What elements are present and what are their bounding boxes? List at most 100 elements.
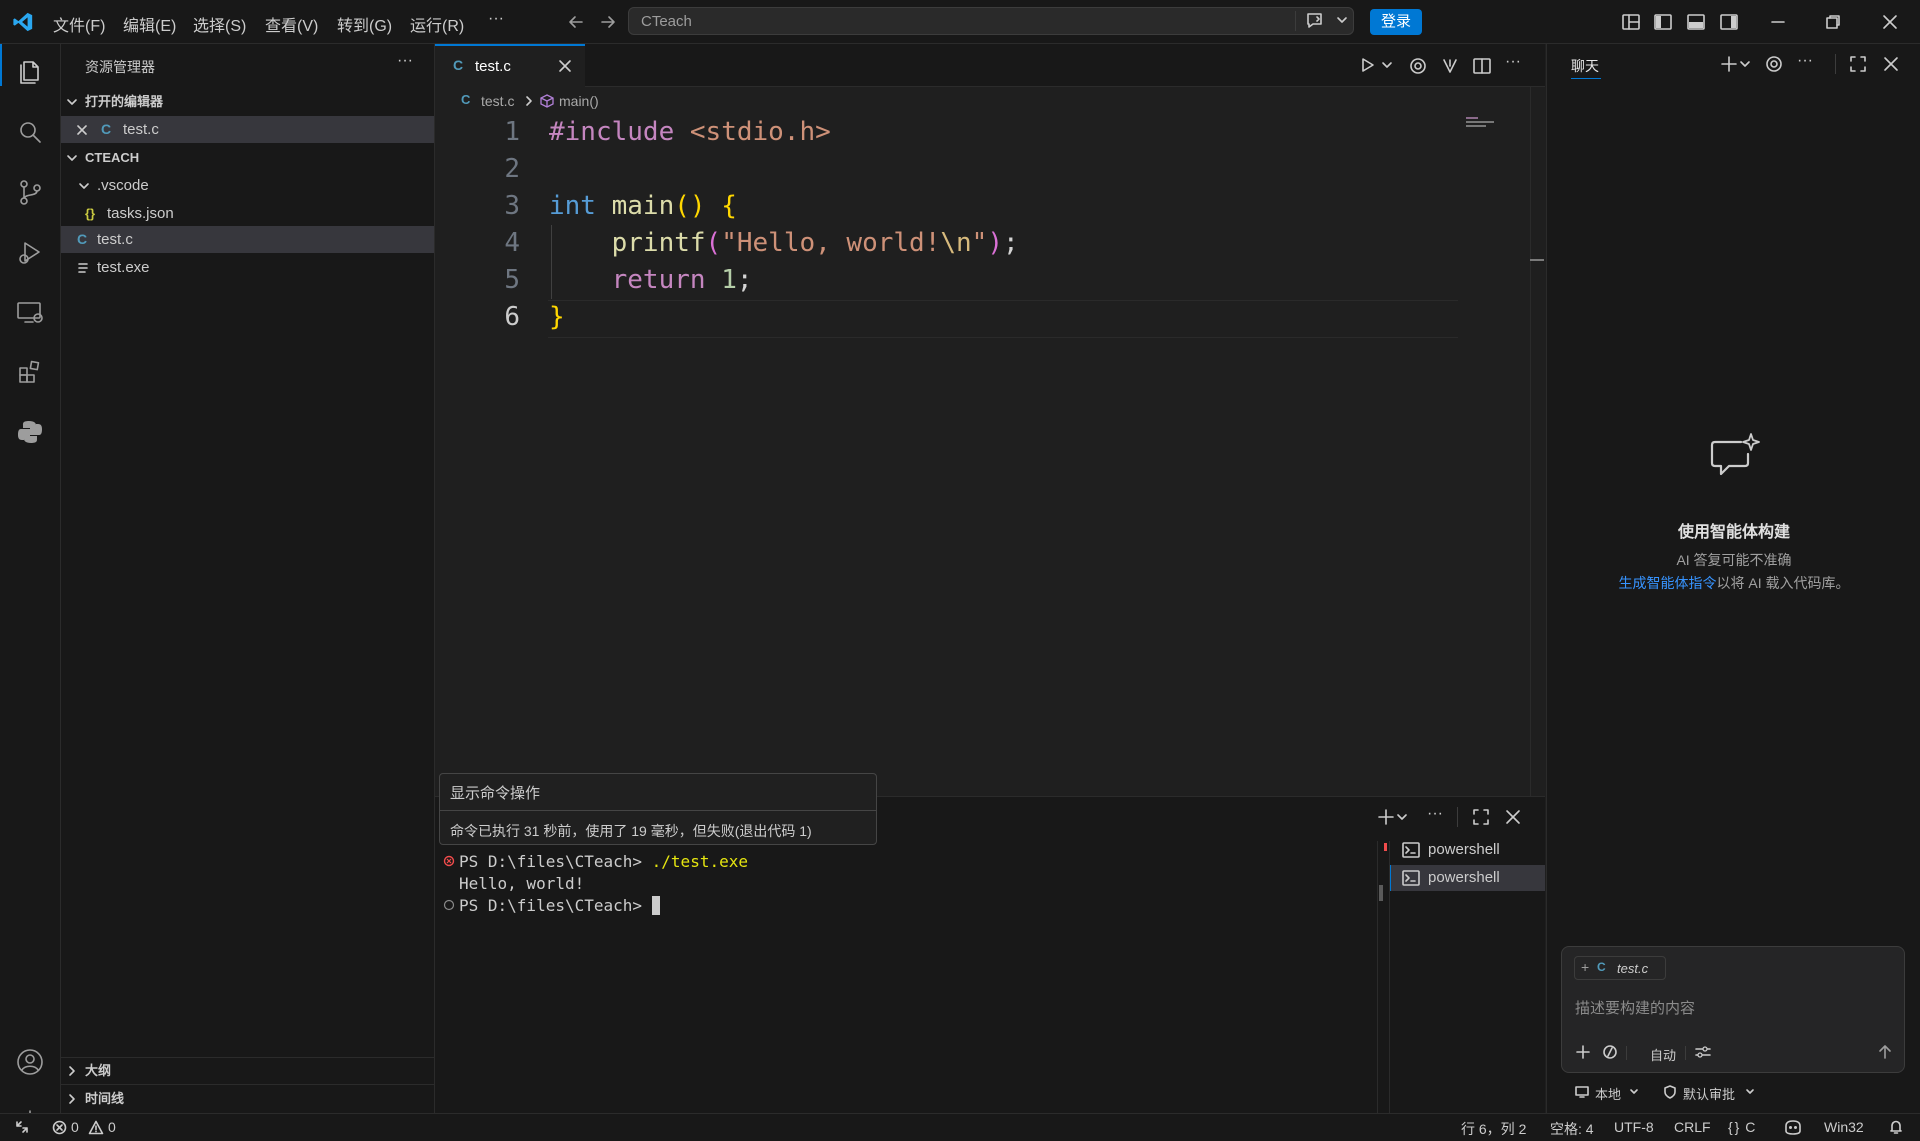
encoding[interactable]: UTF-8 [1614,1119,1654,1135]
login-button[interactable]: 登录 [1370,9,1422,35]
restore-icon[interactable] [1823,12,1843,32]
indentation[interactable]: 空格: 4 [1550,1119,1594,1139]
menu-more[interactable]: ··· [488,10,504,28]
open-editors-header[interactable]: 打开的编辑器 [61,88,434,115]
source-control-icon[interactable] [12,174,48,210]
chat-input-box[interactable]: + C test.c 描述要构建的内容 自动 [1561,946,1905,1073]
code-content[interactable]: #include <stdio.h> int main() { printf("… [549,114,1019,336]
cursor-position[interactable]: 行 6，列 2 [1461,1119,1526,1139]
explorer-icon[interactable] [12,54,48,90]
language-mode[interactable]: {} C [1728,1119,1755,1135]
editor-more-icon[interactable]: ··· [1505,53,1521,71]
context-file-chip[interactable]: + C test.c [1574,956,1666,980]
remote-explorer-icon[interactable] [12,294,48,330]
back-arrow-icon[interactable] [566,12,586,32]
command-center-search[interactable]: CTeach [628,7,1354,35]
menu-edit[interactable]: 编辑(E) [123,12,176,36]
platform[interactable]: Win32 [1824,1119,1864,1135]
toggle-secondary-sidebar-icon[interactable] [1718,11,1740,33]
chat-input-placeholder[interactable]: 描述要构建的内容 [1575,997,1695,1018]
chevron-right-icon [526,96,532,106]
tools-icon[interactable] [1602,1044,1618,1060]
tab-test-c[interactable]: C test.c [435,44,585,87]
menu-file[interactable]: 文件(F) [53,12,105,36]
show-command-actions-link[interactable]: 显示命令操作 [450,782,540,803]
search-icon[interactable] [12,114,48,150]
panel-more-icon[interactable]: ··· [1427,805,1443,823]
terminal-line[interactable]: PS D:\files\CTeach> [459,896,660,915]
terminal-line: Hello, world! [459,874,585,893]
chevron-right-icon [69,1066,75,1076]
project-header[interactable]: CTEACH [61,144,434,171]
toggle-panel-icon[interactable] [1685,11,1707,33]
sidebar-more-icon[interactable]: ··· [397,52,413,70]
minimap[interactable] [1466,117,1494,127]
close-window-icon[interactable] [1880,12,1900,32]
menu-view[interactable]: 查看(V) [265,12,318,36]
status-bar: 0 0 行 6，列 2 空格: 4 UTF-8 CRLF {} C Win32 [0,1113,1920,1141]
close-panel-icon[interactable] [1502,806,1524,828]
account-icon[interactable] [12,1044,48,1080]
mode-selector[interactable]: 自动 [1650,1045,1676,1064]
tree-item-test-c[interactable]: C test.c [61,226,434,253]
notifications-bell-icon[interactable] [1888,1119,1904,1135]
tree-item-test-exe[interactable]: test.exe [61,254,434,281]
breadcrumb-file[interactable]: test.c [481,93,514,109]
title-bar: 文件(F) 编辑(E) 选择(S) 查看(V) 转到(G) 运行(R) ··· … [0,0,1920,44]
settings-gear-icon[interactable] [1407,55,1429,77]
new-terminal-icon[interactable] [1376,806,1410,828]
remote-indicator-icon[interactable] [14,1119,30,1135]
terminal-session-item[interactable]: powershell [1384,837,1545,863]
tree-item-vscode-folder[interactable]: .vscode [61,172,434,199]
terminal-session-item-active[interactable]: powershell [1390,865,1545,891]
send-arrow-icon[interactable] [1876,1043,1894,1061]
breadcrumb-symbol[interactable]: main() [559,93,599,109]
open-editor-item-test-c[interactable]: C test.c [61,116,434,143]
chat-maximize-icon[interactable] [1847,53,1869,75]
outline-header[interactable]: 大纲 [61,1057,434,1084]
line-ending[interactable]: CRLF [1674,1119,1711,1135]
terminal-scrollbar-thumb[interactable] [1379,885,1383,901]
copilot-status-icon[interactable] [1782,1118,1804,1136]
line-number: 1 [504,117,520,147]
maximize-panel-icon[interactable] [1470,806,1492,828]
chat-tab-underline [1571,78,1601,79]
error-decoration-icon[interactable] [443,855,455,867]
run-code-icon[interactable] [1357,54,1393,76]
python-icon[interactable] [12,414,48,450]
chevron-down-icon[interactable] [1336,13,1348,27]
compare-icon[interactable] [1439,55,1461,77]
menu-run[interactable]: 运行(R) [410,12,464,36]
tree-item-tasks-json[interactable]: {} tasks.json [61,200,434,227]
customize-layout-icon[interactable] [1620,11,1642,33]
close-icon [77,125,87,135]
split-editor-icon[interactable] [1471,55,1493,77]
chat-tab[interactable]: 聊天 [1571,56,1599,76]
menu-go[interactable]: 转到(G) [337,12,392,36]
configure-sliders-icon[interactable] [1694,1044,1712,1060]
menu-selection[interactable]: 选择(S) [193,12,246,36]
warning-icon [88,1120,104,1135]
line-number: 2 [504,154,520,184]
chat-more-icon[interactable]: ··· [1797,52,1813,70]
session-error-marker [1384,843,1387,851]
editor-scrollbar-cursor[interactable] [1530,259,1544,261]
new-chat-icon[interactable] [1719,53,1755,75]
generate-agent-instructions-link[interactable]: 生成智能体指令 [1618,575,1716,591]
toggle-primary-sidebar-icon[interactable] [1652,11,1674,33]
copilot-chat-icon[interactable] [1305,11,1327,31]
activity-bar [0,44,61,1134]
terminal-line: PS D:\files\CTeach> ./test.exe [459,852,748,871]
run-debug-icon[interactable] [12,234,48,270]
chat-settings-gear-icon[interactable] [1763,53,1785,75]
forward-arrow-icon[interactable] [598,12,618,32]
braces-icon: {} [1728,1119,1742,1135]
tab-close-icon[interactable] [558,59,572,73]
extensions-icon[interactable] [12,354,48,390]
add-attachment-icon[interactable] [1574,1043,1592,1061]
monitor-icon [1575,1086,1589,1098]
timeline-header[interactable]: 时间线 [61,1085,434,1112]
command-decoration-icon[interactable] [443,899,455,911]
chat-close-icon[interactable] [1880,53,1902,75]
minimize-icon[interactable] [1768,12,1788,32]
